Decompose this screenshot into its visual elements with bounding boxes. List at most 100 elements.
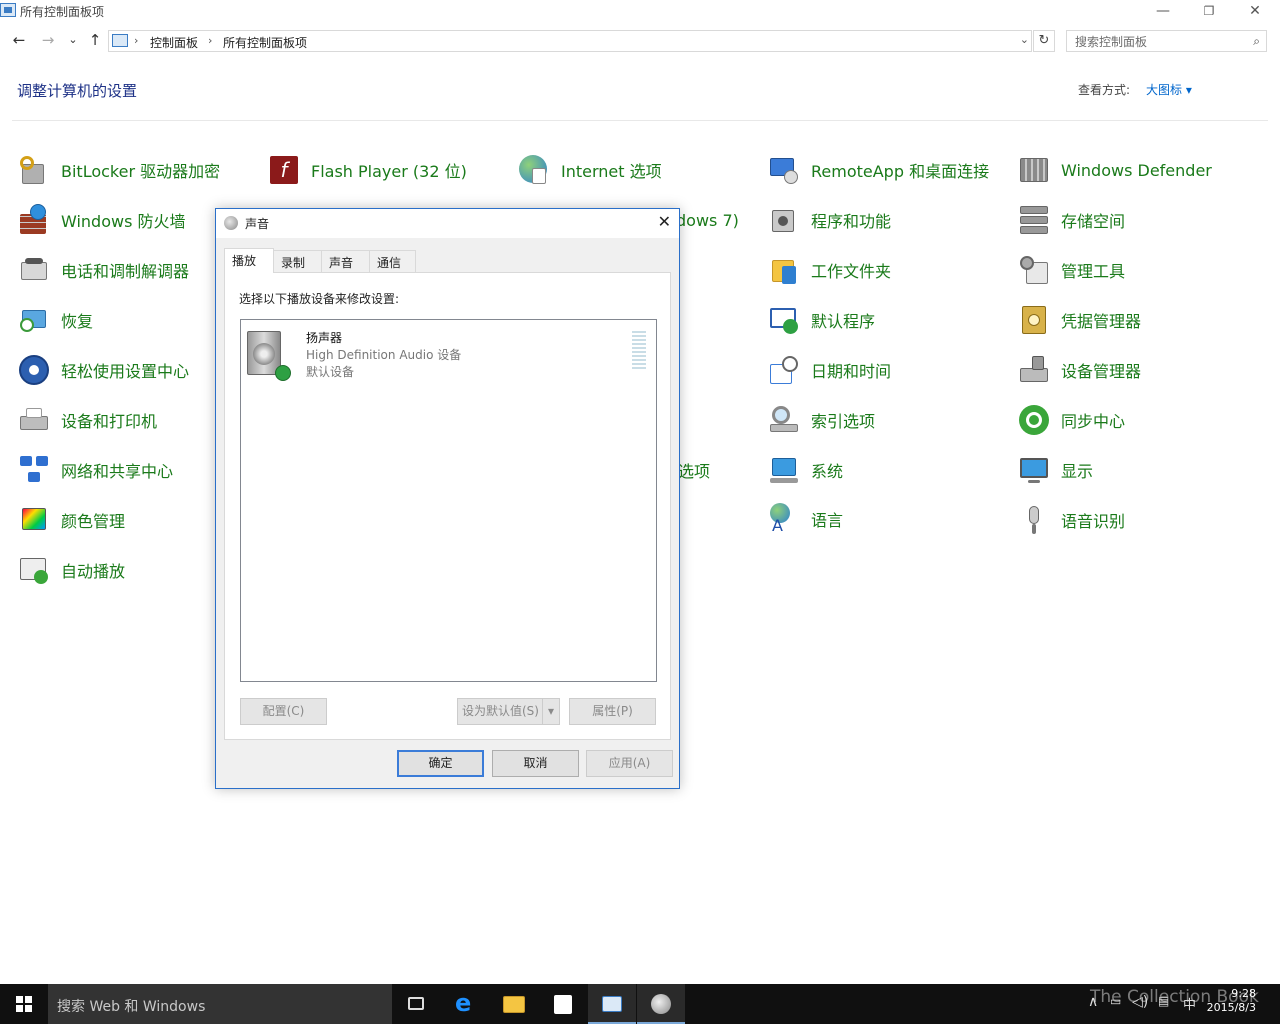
ok-button[interactable]: 确定 <box>397 750 484 777</box>
recent-locations-button[interactable]: ⌄ <box>62 30 84 52</box>
item-system[interactable]: 系统 <box>768 452 843 488</box>
page-title: 调整计算机的设置 <box>17 82 138 100</box>
task-view-button[interactable] <box>392 984 440 1024</box>
item-color-management[interactable]: 颜色管理 <box>18 502 125 538</box>
globe-icon <box>518 154 550 186</box>
tab-communications[interactable]: 通信 <box>369 250 416 272</box>
item-default-programs[interactable]: 默认程序 <box>768 302 875 338</box>
admin-tools-icon <box>1018 254 1050 286</box>
configure-button[interactable]: 配置(C) <box>240 698 327 725</box>
sync-icon <box>1018 404 1050 436</box>
up-button[interactable]: ↑ <box>84 30 106 52</box>
item-windows-firewall[interactable]: Windows 防火墙 <box>18 202 186 238</box>
item-label: 选项 <box>678 462 711 481</box>
item-network-sharing[interactable]: 网络和共享中心 <box>18 452 173 488</box>
item-date-time[interactable]: 日期和时间 <box>768 352 891 388</box>
search-input[interactable] <box>1067 32 1237 52</box>
taskbar-control-panel[interactable] <box>588 984 636 1024</box>
device-list[interactable]: 扬声器 High Definition Audio 设备 默认设备 <box>240 319 657 682</box>
item-admin-tools[interactable]: 管理工具 <box>1018 252 1125 288</box>
window-title: 所有控制面板项 <box>20 5 105 19</box>
dialog-close-button[interactable]: ✕ <box>658 212 671 231</box>
language-icon: A <box>768 503 800 535</box>
item-recovery[interactable]: 恢复 <box>18 302 93 338</box>
breadcrumb-all-items[interactable]: 所有控制面板项 <box>223 34 307 51</box>
item-display[interactable]: 显示 <box>1018 452 1093 488</box>
bitlocker-icon <box>18 154 50 186</box>
item-internet-options[interactable]: Internet 选项 <box>518 152 662 188</box>
minimize-button[interactable]: — <box>1140 0 1186 24</box>
item-programs-features[interactable]: 程序和功能 <box>768 202 891 238</box>
chevron-down-icon[interactable]: ⌄ <box>1020 33 1029 46</box>
taskbar-sound[interactable] <box>637 984 685 1024</box>
speaker-device-icon <box>245 329 291 381</box>
set-default-button[interactable]: 设为默认值(S) <box>457 698 543 725</box>
chevron-right-icon: › <box>134 34 139 47</box>
item-label: 语音识别 <box>1061 512 1126 531</box>
tab-recording[interactable]: 录制 <box>273 250 322 272</box>
taskbar-edge[interactable]: e <box>441 984 489 1024</box>
refresh-button[interactable]: ↻ <box>1033 30 1055 52</box>
close-button[interactable]: ✕ <box>1232 0 1278 24</box>
ime-indicator[interactable]: 中 <box>1183 994 1196 1013</box>
forward-button[interactable]: → <box>37 30 59 52</box>
taskbar-file-explorer[interactable] <box>490 984 538 1024</box>
network-icon[interactable]: ▭ <box>1110 994 1121 1008</box>
item-devices-printers[interactable]: 设备和打印机 <box>18 402 157 438</box>
taskbar-store[interactable] <box>539 984 587 1024</box>
item-sync-center[interactable]: 同步中心 <box>1018 402 1125 438</box>
item-phone-modem[interactable]: 电话和调制解调器 <box>18 252 189 288</box>
cancel-button[interactable]: 取消 <box>492 750 579 777</box>
chevron-up-icon[interactable]: ∧ <box>1088 994 1098 1010</box>
item-label: Windows 防火墙 <box>61 212 186 231</box>
breadcrumb-control-panel[interactable]: 控制面板 <box>150 34 198 51</box>
item-label: 设备和打印机 <box>61 412 158 431</box>
notifications-icon[interactable]: ▤ <box>1158 994 1169 1008</box>
back-button[interactable]: ← <box>8 30 30 52</box>
item-storage-spaces[interactable]: 存储空间 <box>1018 202 1125 238</box>
restore-button[interactable]: ❐ <box>1186 0 1232 24</box>
speaker-icon <box>651 994 671 1014</box>
printer-icon <box>18 404 50 436</box>
taskbar-search[interactable]: 搜索 Web 和 Windows <box>48 984 392 1024</box>
item-label: 系统 <box>811 462 844 481</box>
item-work-folders[interactable]: 工作文件夹 <box>768 252 891 288</box>
item-indexing-options[interactable]: 索引选项 <box>768 402 875 438</box>
list-item[interactable]: 扬声器 High Definition Audio 设备 默认设备 <box>243 325 646 385</box>
chevron-down-icon: ▾ <box>547 704 555 718</box>
playback-panel: 选择以下播放设备来修改设置: 扬声器 High Definition Audio… <box>224 272 671 740</box>
edge-icon: e <box>455 989 472 1017</box>
item-credential-manager[interactable]: 凭据管理器 <box>1018 302 1141 338</box>
item-remoteapp[interactable]: RemoteApp 和桌面连接 <box>768 152 989 188</box>
item-bitlocker[interactable]: BitLocker 驱动器加密 <box>18 152 220 188</box>
volume-icon[interactable]: ◁) <box>1132 994 1148 1010</box>
properties-button[interactable]: 属性(P) <box>569 698 656 725</box>
apply-button[interactable]: 应用(A) <box>586 750 673 777</box>
start-button[interactable] <box>0 984 48 1024</box>
item-autoplay[interactable]: 自动播放 <box>18 552 125 588</box>
item-label: 自动播放 <box>61 562 126 581</box>
item-language[interactable]: A 语言 <box>768 501 843 537</box>
item-ease-of-access[interactable]: 轻松使用设置中心 <box>18 352 189 388</box>
item-label: 默认程序 <box>811 312 876 331</box>
storage-icon <box>1018 204 1050 236</box>
folder-icon <box>768 254 800 286</box>
set-default-dropdown[interactable]: ▾ <box>542 698 560 725</box>
item-windows-defender[interactable]: Windows Defender <box>1018 152 1212 188</box>
sound-dialog: 声音 ✕ 播放 录制 声音 通信 选择以下播放设备来修改设置: 扬声器 High… <box>215 208 680 789</box>
folder-icon <box>503 996 525 1013</box>
search-icon[interactable]: ⌕ <box>1253 34 1260 49</box>
tab-playback[interactable]: 播放 <box>224 248 274 273</box>
tab-sounds[interactable]: 声音 <box>321 250 370 272</box>
search-box[interactable]: ⌕ <box>1066 30 1267 52</box>
item-backup-restore-partial[interactable]: dows 7) <box>676 202 739 238</box>
item-options-partial[interactable]: 选项 <box>678 452 710 488</box>
item-flash-player[interactable]: f Flash Player (32 位) <box>268 152 467 188</box>
item-device-manager[interactable]: 设备管理器 <box>1018 352 1141 388</box>
clock[interactable]: 9:28 2015/8/3 <box>1207 987 1256 1015</box>
address-bar[interactable]: › 控制面板 › 所有控制面板项 ⌄ <box>108 30 1032 52</box>
autoplay-icon <box>18 554 50 586</box>
item-speech-recognition[interactable]: 语音识别 <box>1018 502 1125 538</box>
device-description: High Definition Audio 设备 <box>306 348 462 362</box>
view-by-dropdown[interactable]: 大图标 ▾ <box>1146 81 1192 98</box>
